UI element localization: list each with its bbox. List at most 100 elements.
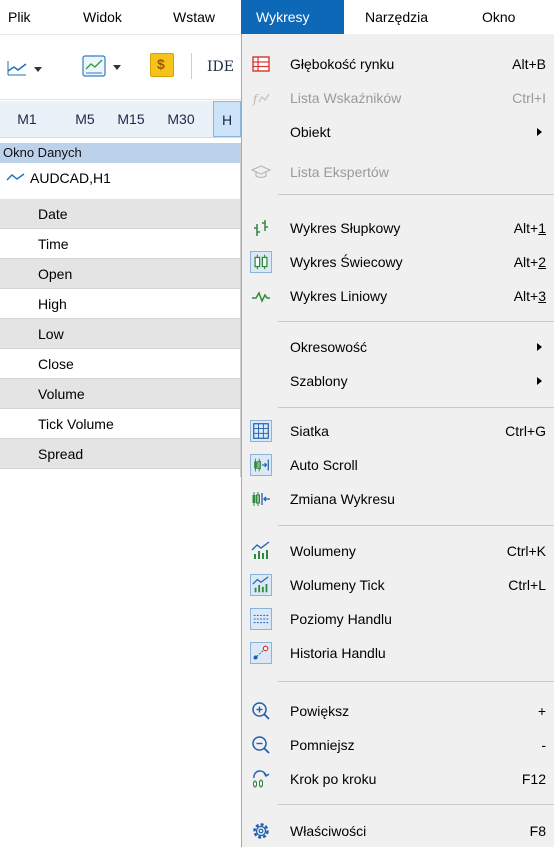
menu-item-shortcut: Alt+2: [513, 254, 546, 270]
chevron-down-icon: [113, 65, 121, 70]
menu-item-zoom-out[interactable]: Pomniejsz -: [242, 728, 554, 762]
grid-icon: [250, 420, 272, 442]
menu-item-indicators-list[interactable]: f Lista Wskaźników Ctrl+I: [242, 81, 554, 115]
dollar-icon: $: [157, 56, 165, 72]
chevron-down-icon: [34, 67, 42, 72]
menu-item-label: Zmiana Wykresu: [290, 491, 395, 507]
menu-item-auto-scroll[interactable]: Auto Scroll: [242, 448, 554, 482]
menu-item-candlestick-chart[interactable]: Wykres Świecowy Alt+2: [242, 245, 554, 279]
menu-item-shortcut: F12: [521, 771, 546, 787]
data-row-open: Open: [0, 259, 241, 289]
menu-item-shortcut: +: [537, 703, 546, 719]
timeframe-m5[interactable]: M5: [70, 101, 100, 137]
menu-item-shortcut: Alt+3: [513, 288, 546, 304]
data-row-tick-volume: Tick Volume: [0, 409, 241, 439]
data-row-volume: Volume: [0, 379, 241, 409]
chart-shift-icon: [252, 492, 270, 506]
line-chart-dropdown-button[interactable]: [6, 55, 48, 81]
menu-item-label: Obiekt: [290, 124, 331, 140]
symbol-label: AUDCAD,H1: [30, 170, 111, 186]
line-chart-icon: [252, 291, 270, 303]
menu-bar: Plik Widok Wstaw Wykresy Narzędzia Okno: [0, 0, 554, 35]
menu-separator: [278, 804, 554, 805]
toolbar-separator: [191, 53, 192, 79]
menu-item-shortcut: Ctrl+G: [505, 423, 546, 439]
menu-item-periodicity[interactable]: Okresowość: [242, 330, 554, 364]
template-dropdown-button[interactable]: [82, 53, 124, 81]
menu-item-label: Głębokość rynku: [290, 56, 395, 72]
menu-item-volumes[interactable]: Wolumeny Ctrl+K: [242, 534, 554, 568]
data-window-symbol-row: AUDCAD,H1: [0, 165, 241, 191]
menu-item-shortcut: -: [541, 737, 546, 753]
timeframe-m30[interactable]: M30: [162, 101, 200, 137]
timeframe-h[interactable]: H: [213, 101, 241, 137]
trade-history-icon: [250, 642, 272, 664]
menu-item-label: Szablony: [290, 373, 348, 389]
menu-item-chart-shift[interactable]: Zmiana Wykresu: [242, 482, 554, 516]
menu-item-object[interactable]: Obiekt: [242, 115, 554, 149]
menu-separator: [278, 407, 554, 408]
wykresy-dropdown-menu: Głębokość rynku Alt+B f Lista Wskaźników…: [241, 34, 554, 847]
tick-volumes-icon: [250, 574, 272, 596]
menu-item-bar-chart[interactable]: Wykres Słupkowy Alt+1: [242, 211, 554, 245]
menu-item-trade-levels[interactable]: Poziomy Handlu: [242, 602, 554, 636]
zoom-out-icon: [252, 736, 270, 754]
menu-item-grid[interactable]: Siatka Ctrl+G: [242, 414, 554, 448]
menu-item-step-by-step[interactable]: Krok po kroku F12: [242, 762, 554, 796]
ide-button[interactable]: IDE: [207, 55, 234, 79]
menu-item-label: Lista Wskaźników: [290, 90, 402, 106]
menu-item-label: Wolumeny: [290, 543, 356, 559]
menu-item-shortcut: Alt+1: [513, 220, 546, 236]
menu-separator: [278, 194, 554, 195]
line-chart-icon: [7, 61, 27, 76]
menu-item-line-chart[interactable]: Wykres Liniowy Alt+3: [242, 279, 554, 313]
menu-item-label: Właściwości: [290, 823, 367, 839]
data-window-title: Okno Danych: [0, 143, 241, 163]
menu-narzedzia[interactable]: Narzędzia: [363, 0, 430, 34]
menu-item-label: Okresowość: [290, 339, 368, 355]
menu-item-shortcut: F8: [529, 823, 546, 839]
menu-item-label: Pomniejsz: [290, 737, 355, 753]
market-depth-icon: [252, 56, 270, 72]
menu-item-properties[interactable]: Właściwości F8: [242, 814, 554, 848]
line-chart-icon: [6, 173, 25, 181]
timeframe-m1[interactable]: M1: [12, 101, 42, 137]
timeframe-m15[interactable]: M15: [112, 101, 150, 137]
menu-item-label: Lista Ekspertów: [290, 164, 389, 180]
menu-plik[interactable]: Plik: [6, 0, 33, 34]
menu-item-label: Powiększ: [290, 703, 350, 719]
timeframe-bar: M1 M5 M15 M30 H: [0, 101, 241, 138]
menu-item-shortcut: Alt+B: [512, 56, 546, 72]
menu-widok[interactable]: Widok: [81, 0, 124, 34]
menu-item-experts-list[interactable]: Lista Ekspertów: [242, 155, 554, 189]
menu-item-label: Wykres Słupkowy: [290, 220, 401, 236]
menu-okno[interactable]: Okno: [480, 0, 517, 34]
menu-item-shortcut: Ctrl+L: [508, 577, 546, 593]
menu-wykresy[interactable]: Wykresy: [241, 0, 344, 34]
experts-list-icon: [250, 165, 272, 179]
menu-item-label: Auto Scroll: [290, 457, 358, 473]
menu-item-label: Wykres Liniowy: [290, 288, 388, 304]
menu-separator: [278, 525, 554, 526]
bar-chart-icon: [254, 220, 268, 236]
menu-item-market-depth[interactable]: Głębokość rynku Alt+B: [242, 47, 554, 81]
data-row-date: Date: [0, 199, 241, 229]
candlestick-icon: [250, 251, 272, 273]
submenu-arrow-icon: [537, 128, 542, 136]
auto-scroll-icon: [250, 454, 272, 476]
submenu-arrow-icon: [537, 343, 542, 351]
trade-levels-icon: [250, 608, 272, 630]
menu-item-label: Historia Handlu: [290, 645, 386, 661]
menu-item-trade-history[interactable]: Historia Handlu: [242, 636, 554, 670]
menu-item-shortcut: Ctrl+K: [506, 543, 546, 559]
template-icon: [82, 55, 106, 77]
menu-item-templates[interactable]: Szablony: [242, 364, 554, 398]
zoom-in-icon: [252, 702, 270, 720]
menu-item-tick-volumes[interactable]: Wolumeny Tick Ctrl+L: [242, 568, 554, 602]
menu-separator: [278, 321, 554, 322]
menu-item-zoom-in[interactable]: Powiększ +: [242, 694, 554, 728]
svg-text:f: f: [252, 92, 260, 106]
trading-button[interactable]: $: [150, 53, 174, 77]
menu-wstaw[interactable]: Wstaw: [171, 0, 217, 34]
menu-item-label: Siatka: [290, 423, 329, 439]
